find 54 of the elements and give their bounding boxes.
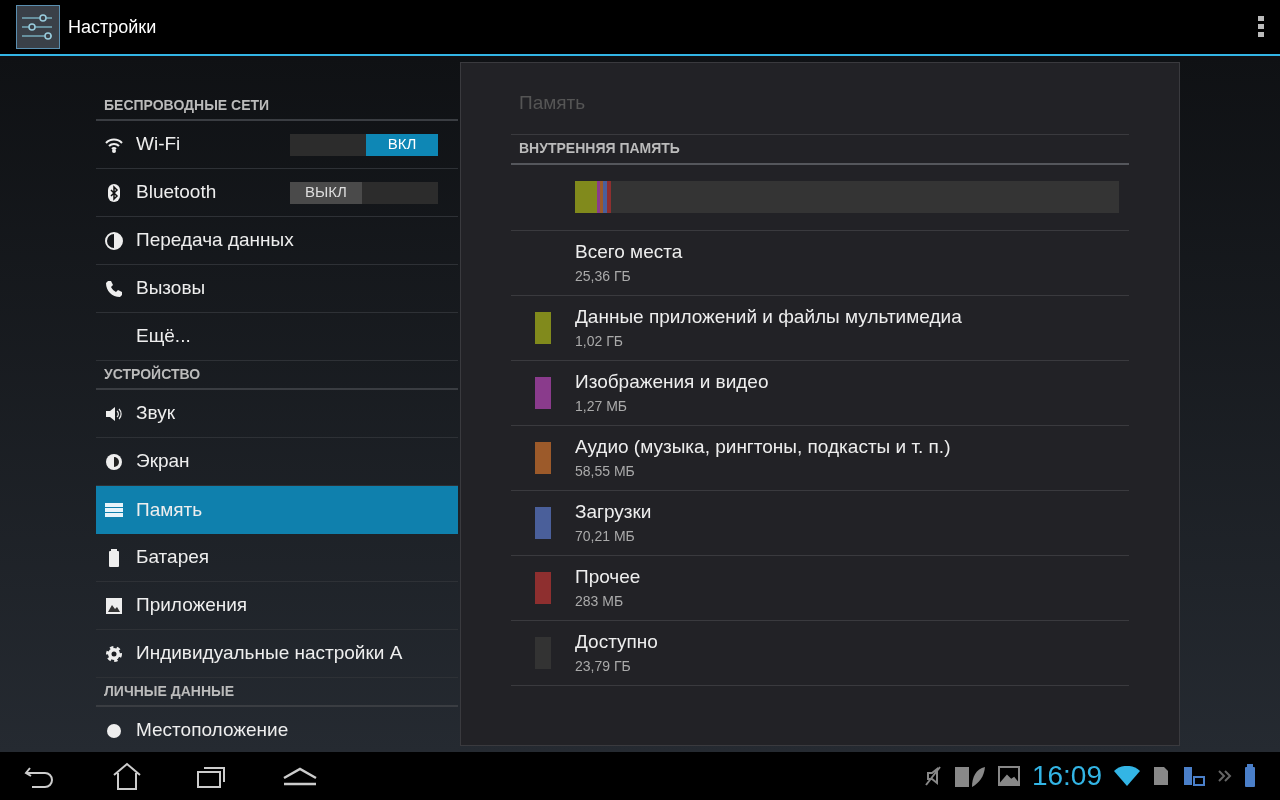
storage-value: 70,21 МБ <box>575 527 636 547</box>
section-header: ВНУТРЕННЯЯ ПАМЯТЬ <box>519 139 680 158</box>
storage-label: Данные приложений и файлы мультимедиа <box>575 304 962 329</box>
storage-value: 58,55 МБ <box>575 462 636 482</box>
storage-category-row[interactable]: Изображения и видео 1,27 МБ <box>511 360 1129 426</box>
overflow-menu-icon[interactable] <box>1258 16 1264 38</box>
toggle-switch[interactable]: ВЫКЛ <box>290 181 438 204</box>
picture-icon <box>104 595 124 616</box>
settings-item[interactable]: Память <box>96 486 458 534</box>
chevron-up-icon[interactable] <box>282 766 318 786</box>
brightness-icon <box>104 451 124 472</box>
storage-label: Всего места <box>575 239 684 264</box>
muted-icon <box>923 765 942 787</box>
storage-value: 25,36 ГБ <box>575 267 632 287</box>
battery-icon <box>1244 764 1256 788</box>
section-header: ЛИЧНЫЕ ДАННЫЕ <box>104 682 235 701</box>
settings-item[interactable]: Bluetooth ВЫКЛ <box>96 169 458 217</box>
wifi-signal-icon <box>1114 766 1140 786</box>
storage-value: 23,79 ГБ <box>575 657 632 677</box>
toggle-switch[interactable]: ВКЛ <box>290 133 438 156</box>
storage-icon <box>104 500 124 520</box>
picture-icon <box>997 766 1020 786</box>
settings-item[interactable]: Wi-Fi ВКЛ <box>96 121 458 169</box>
storage-label: Аудио (музыка, рингтоны, подкасты и т. п.) <box>575 434 951 459</box>
storage-value: 1,27 МБ <box>575 397 628 417</box>
settings-item[interactable]: Индивидуальные настройки А <box>96 630 458 678</box>
storage-category-row[interactable]: Прочее 283 МБ <box>511 555 1129 621</box>
gear-icon <box>104 643 124 664</box>
storage-label: Загрузки <box>575 499 652 524</box>
settings-item[interactable]: Звук <box>96 390 458 438</box>
clock-time: 16:09 <box>1031 759 1102 793</box>
settings-item[interactable]: Ещё... <box>96 313 458 361</box>
settings-item[interactable]: Вызовы <box>96 265 458 313</box>
chevron-right-icon <box>1218 769 1232 783</box>
storage-label: Изображения и видео <box>575 369 769 394</box>
storage-label: Прочее <box>575 564 641 589</box>
storage-category-row[interactable]: Аудио (музыка, рингтоны, подкасты и т. п.) 58,55 МБ <box>511 425 1129 491</box>
settings-item[interactable]: Приложения <box>96 582 458 630</box>
storage-category-row[interactable]: Данные приложений и файлы мультимедиа 1,02 ГБ <box>511 295 1129 361</box>
settings-sliders-icon[interactable] <box>16 5 60 49</box>
battery-leaf-icon <box>953 764 986 788</box>
storage-value: 283 МБ <box>575 592 625 612</box>
storage-category-row[interactable]: Загрузки 70,21 МБ <box>511 490 1129 556</box>
phone-icon <box>104 278 124 299</box>
settings-item[interactable]: Батарея <box>96 534 458 582</box>
storage-label: Доступно <box>575 629 658 654</box>
section-header: УСТРОЙСТВО <box>104 364 201 384</box>
storage-value: 1,02 ГБ <box>575 332 624 352</box>
pie-chart-icon <box>104 230 124 251</box>
storage-category-row[interactable]: Доступно 23,79 ГБ <box>511 620 1129 686</box>
settings-item[interactable]: Передача данных <box>96 217 458 265</box>
home-icon[interactable] <box>112 762 142 790</box>
app-title: Настройки <box>68 15 157 39</box>
section-header: БЕСПРОВОДНЫЕ СЕТИ <box>104 96 270 115</box>
